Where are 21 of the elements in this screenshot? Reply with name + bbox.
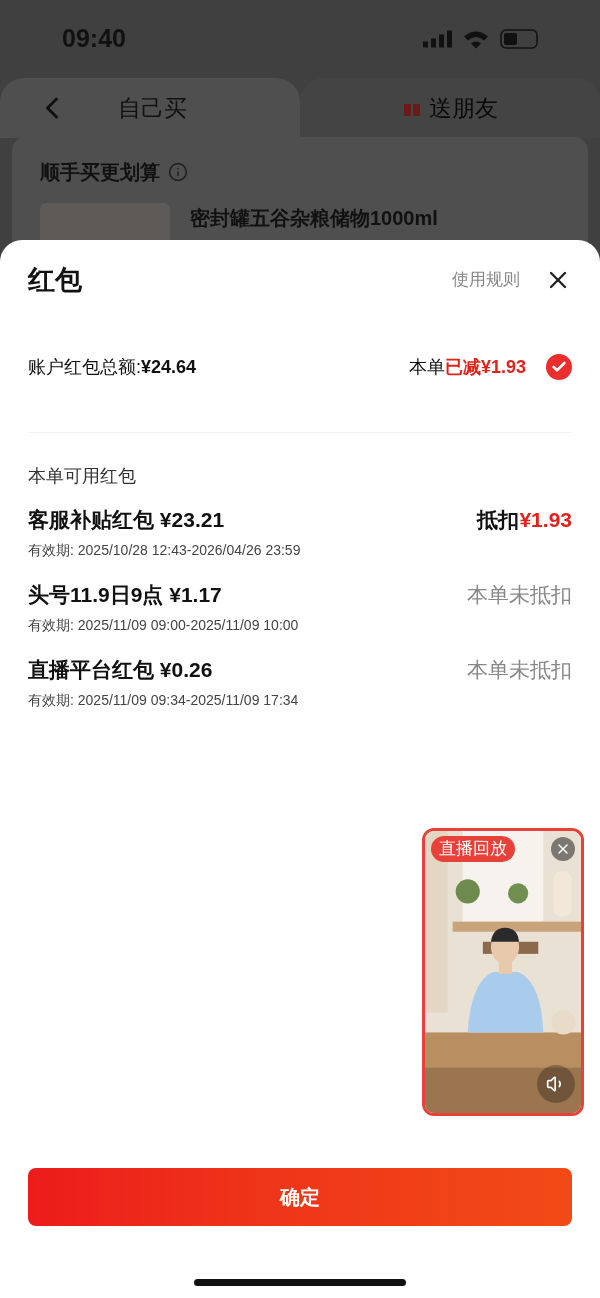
confirm-button[interactable]: 确定 — [28, 1168, 572, 1226]
not-deducted-label: 本单未抵扣 — [467, 582, 572, 608]
validity-period: 有效期: 2025/11/09 09:00-2025/11/09 10:00 — [28, 615, 299, 635]
list-heading: 本单可用红包 — [28, 465, 137, 488]
replay-badge: 直播回放 — [431, 836, 515, 862]
total-balance: 账户红包总额:¥24.64 — [28, 355, 197, 379]
sheet-title: 红包 — [28, 263, 82, 297]
validity-period: 有效期: 2025/10/28 12:43-2026/04/26 23:59 — [28, 540, 301, 560]
video-player[interactable]: 直播回放 — [422, 828, 584, 1116]
product-title: 密封罐五谷杂粮储物1000ml — [190, 206, 438, 231]
rules-link[interactable]: 使用规则 — [452, 267, 520, 293]
validity-period: 有效期: 2025/11/09 09:34-2025/11/09 17:34 — [28, 690, 299, 710]
not-deducted-label: 本单未抵扣 — [467, 657, 572, 683]
section-title: 顺手买更划算 — [40, 160, 160, 185]
deduction-amount: 抵扣¥1.93 — [477, 507, 572, 533]
redpacket-name: 客服补贴红包 ¥23.21 — [28, 507, 226, 533]
redpacket-name: 头号11.9日9点 ¥1.17 — [28, 582, 223, 608]
tab[interactable]: 送朋友 — [300, 78, 600, 138]
order-deduction: 本单已减¥1.93 — [408, 355, 526, 379]
tab[interactable]: 自己买 — [0, 78, 300, 138]
redpacket-name: 直播平台红包 ¥0.26 — [28, 657, 214, 683]
